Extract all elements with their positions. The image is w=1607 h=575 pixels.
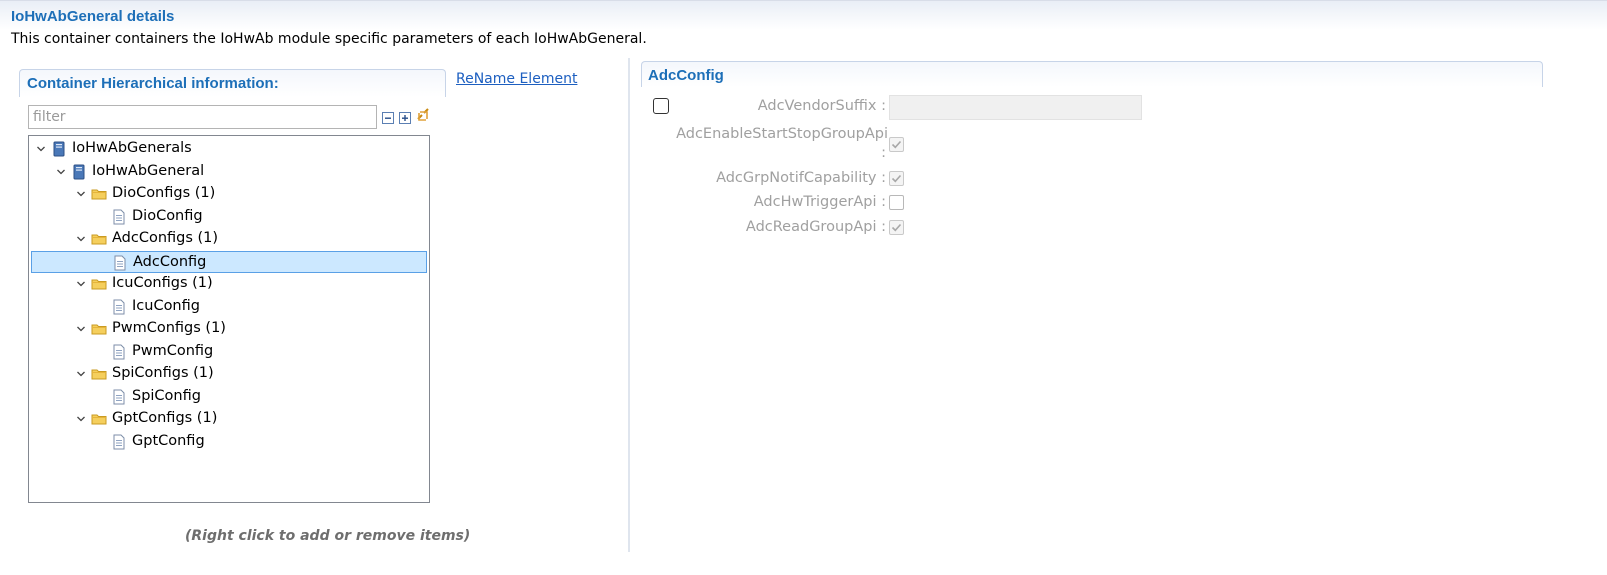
header-bar [0, 0, 1607, 30]
adcconfig-section-title: AdcConfig [648, 67, 724, 84]
chevron-down-icon[interactable] [75, 278, 87, 290]
expand-all-icon[interactable] [398, 110, 412, 124]
tree-item-spiconfig[interactable]: SpiConfig [31, 386, 427, 408]
document-icon [111, 389, 127, 405]
adchwtriggerapi-checkbox[interactable] [889, 195, 904, 210]
tree-item-label: SpiConfig [132, 387, 201, 404]
param-row-adcreadgroupapi: AdcReadGroupApi : [640, 219, 886, 241]
tree-item-label: IoHwAbGeneral [92, 162, 205, 179]
panel-splitter[interactable] [628, 58, 630, 552]
tree-item-label: GptConfig [132, 432, 205, 449]
hierarchy-section-title: Container Hierarchical information: [27, 75, 279, 92]
adcenablestartstopgroupapi-label: AdcEnableStartStopGroupApi [676, 126, 888, 142]
adcenablestartstopgroupapi-colon: : [881, 145, 886, 161]
adcvendorsuffix-input[interactable] [889, 95, 1142, 120]
chevron-down-icon[interactable] [75, 413, 87, 425]
link-with-editor-icon[interactable] [415, 108, 431, 124]
page-title: IoHwAbGeneral details [11, 8, 175, 25]
tree-item-label: IcuConfigs (1) [112, 275, 213, 291]
tree-item-dioconfig[interactable]: DioConfig [31, 206, 427, 228]
param-row-adcgrpnotifcapability: AdcGrpNotifCapability : [640, 170, 886, 192]
tree-item-icuconfig[interactable]: IcuConfig [31, 296, 427, 318]
tree-item-pwmconfigs-1[interactable]: PwmConfigs (1) [31, 318, 427, 340]
folder-icon [91, 321, 107, 337]
document-icon [111, 344, 127, 360]
filter-input[interactable] [28, 105, 377, 129]
param-row-adchwtriggerapi: AdcHwTriggerApi : [640, 194, 886, 216]
adcgrpnotifcapability-label: AdcGrpNotifCapability : [716, 170, 886, 186]
adcenablestartstopgroupapi-checkbox[interactable] [889, 137, 904, 152]
rename-element-link[interactable]: ReName Element [456, 71, 577, 87]
tree-item-label: PwmConfigs (1) [112, 320, 226, 336]
tree-item-label: IoHwAbGenerals [72, 140, 192, 156]
adchwtriggerapi-label: AdcHwTriggerApi : [753, 194, 886, 210]
param-row-adcvendorsuffix: AdcVendorSuffix : [640, 98, 886, 120]
tree-item-adcconfig[interactable]: AdcConfig [31, 250, 427, 273]
hint-text: (Right click to add or remove items) [185, 528, 471, 544]
hierarchy-section-header: Container Hierarchical information: [19, 69, 446, 97]
chevron-down-icon[interactable] [35, 143, 47, 155]
folder-icon [91, 186, 107, 202]
tree-item-label: DioConfigs (1) [112, 185, 216, 201]
tree-item-label: GptConfigs (1) [112, 410, 218, 426]
adcreadgroupapi-label: AdcReadGroupApi : [745, 219, 886, 235]
tree-item-adcconfigs-1[interactable]: AdcConfigs (1) [31, 228, 427, 250]
document-icon [112, 255, 128, 271]
page-description: This container containers the IoHwAb mod… [11, 31, 647, 47]
tree-item-label: DioConfig [132, 207, 203, 224]
tree-item-dioconfigs-1[interactable]: DioConfigs (1) [31, 183, 427, 205]
chevron-down-icon[interactable] [75, 368, 87, 380]
book-icon [51, 141, 67, 157]
document-icon [111, 434, 127, 450]
tree-item-iohwabgeneral[interactable]: IoHwAbGeneral [31, 161, 427, 183]
tree-item-pwmconfig[interactable]: PwmConfig [31, 341, 427, 363]
tree-item-spiconfigs-1[interactable]: SpiConfigs (1) [31, 363, 427, 385]
document-icon [111, 209, 127, 225]
container-tree[interactable]: IoHwAbGenerals IoHwAbGeneral DioConfigs (1… [28, 135, 430, 503]
chevron-down-icon[interactable] [55, 166, 67, 178]
adcreadgroupapi-checkbox[interactable] [889, 220, 904, 235]
folder-icon [91, 411, 107, 427]
document-icon [111, 299, 127, 315]
collapse-all-icon[interactable] [381, 110, 395, 124]
chevron-down-icon[interactable] [75, 188, 87, 200]
adcgrpnotifcapability-checkbox[interactable] [889, 171, 904, 186]
tree-item-gptconfigs-1[interactable]: GptConfigs (1) [31, 408, 427, 430]
folder-icon [91, 276, 107, 292]
tree-item-label: IcuConfig [132, 297, 200, 314]
folder-icon [91, 231, 107, 247]
tree-item-icuconfigs-1[interactable]: IcuConfigs (1) [31, 273, 427, 295]
tree-item-label: SpiConfigs (1) [112, 365, 214, 381]
folder-icon [91, 366, 107, 382]
tree-item-gptconfig[interactable]: GptConfig [31, 431, 427, 453]
tree-item-label: AdcConfig [133, 253, 207, 270]
tree-item-label: PwmConfig [132, 342, 214, 359]
adcvendorsuffix-label: AdcVendorSuffix : [757, 98, 886, 114]
param-row-adcenablestartstopgroupapi: AdcEnableStartStopGroupApi : [640, 126, 888, 166]
book-icon [71, 164, 87, 180]
chevron-down-icon[interactable] [75, 323, 87, 335]
adcconfig-section-header: AdcConfig [641, 61, 1543, 87]
tree-item-label: AdcConfigs (1) [112, 230, 219, 246]
tree-item-iohwabgenerals[interactable]: IoHwAbGenerals [31, 138, 427, 160]
chevron-down-icon[interactable] [75, 233, 87, 245]
